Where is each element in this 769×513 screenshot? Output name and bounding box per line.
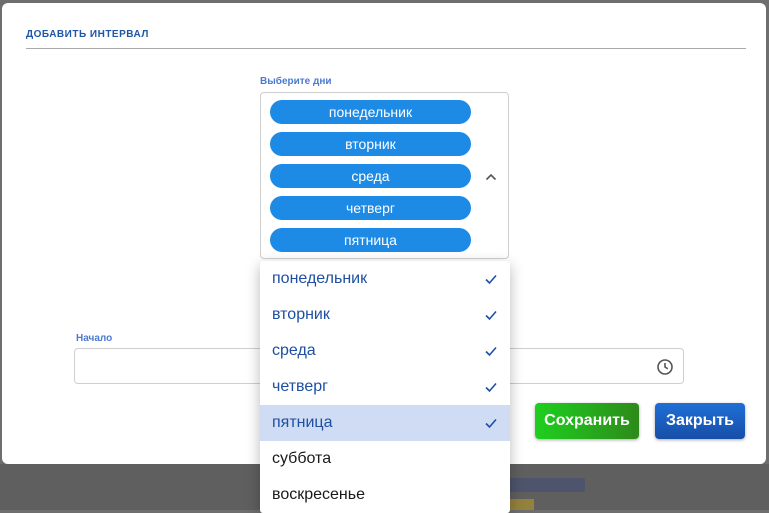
day-option[interactable]: понедельник xyxy=(260,261,510,297)
day-option-label: воскресенье xyxy=(272,486,365,503)
close-button[interactable]: Закрыть xyxy=(655,403,745,439)
check-icon xyxy=(485,346,497,357)
day-option[interactable]: пятница xyxy=(260,405,510,441)
clock-icon[interactable] xyxy=(656,358,674,376)
days-label: Выберите дни xyxy=(260,76,332,87)
day-chip[interactable]: четверг xyxy=(270,196,471,220)
day-option-label: пятница xyxy=(272,414,333,431)
title-divider xyxy=(26,48,746,49)
end-time-input[interactable] xyxy=(510,348,684,384)
save-button[interactable]: Сохранить xyxy=(535,403,639,439)
day-option[interactable]: четверг xyxy=(260,369,510,405)
modal-title: ДОБАВИТЬ ИНТЕРВАЛ xyxy=(26,29,149,40)
check-icon xyxy=(485,382,497,393)
check-icon xyxy=(485,310,497,321)
backdrop-link-blur xyxy=(505,478,585,492)
chevron-up-icon[interactable] xyxy=(483,169,499,185)
day-option-label: вторник xyxy=(272,306,330,323)
day-option-label: понедельник xyxy=(272,270,368,287)
day-chip[interactable]: вторник xyxy=(270,132,471,156)
day-option-label: среда xyxy=(272,342,316,359)
days-dropdown-menu: понедельник вторник среда четверг пятниц… xyxy=(260,261,510,513)
backdrop-highlight-blur xyxy=(510,499,534,510)
days-multiselect[interactable]: понедельник вторник среда четверг пятниц… xyxy=(260,92,509,259)
start-label: Начало xyxy=(76,333,113,344)
day-option-label: четверг xyxy=(272,378,328,395)
day-chip[interactable]: среда xyxy=(270,164,471,188)
day-option[interactable]: среда xyxy=(260,333,510,369)
day-option[interactable]: воскресенье xyxy=(260,477,510,513)
day-option-label: суббота xyxy=(272,450,332,467)
check-icon xyxy=(485,274,497,285)
day-chip[interactable]: пятница xyxy=(270,228,471,252)
day-option[interactable]: суббота xyxy=(260,441,510,477)
day-option[interactable]: вторник xyxy=(260,297,510,333)
day-chip[interactable]: понедельник xyxy=(270,100,471,124)
check-icon xyxy=(485,418,497,429)
start-time-input[interactable] xyxy=(74,348,262,384)
